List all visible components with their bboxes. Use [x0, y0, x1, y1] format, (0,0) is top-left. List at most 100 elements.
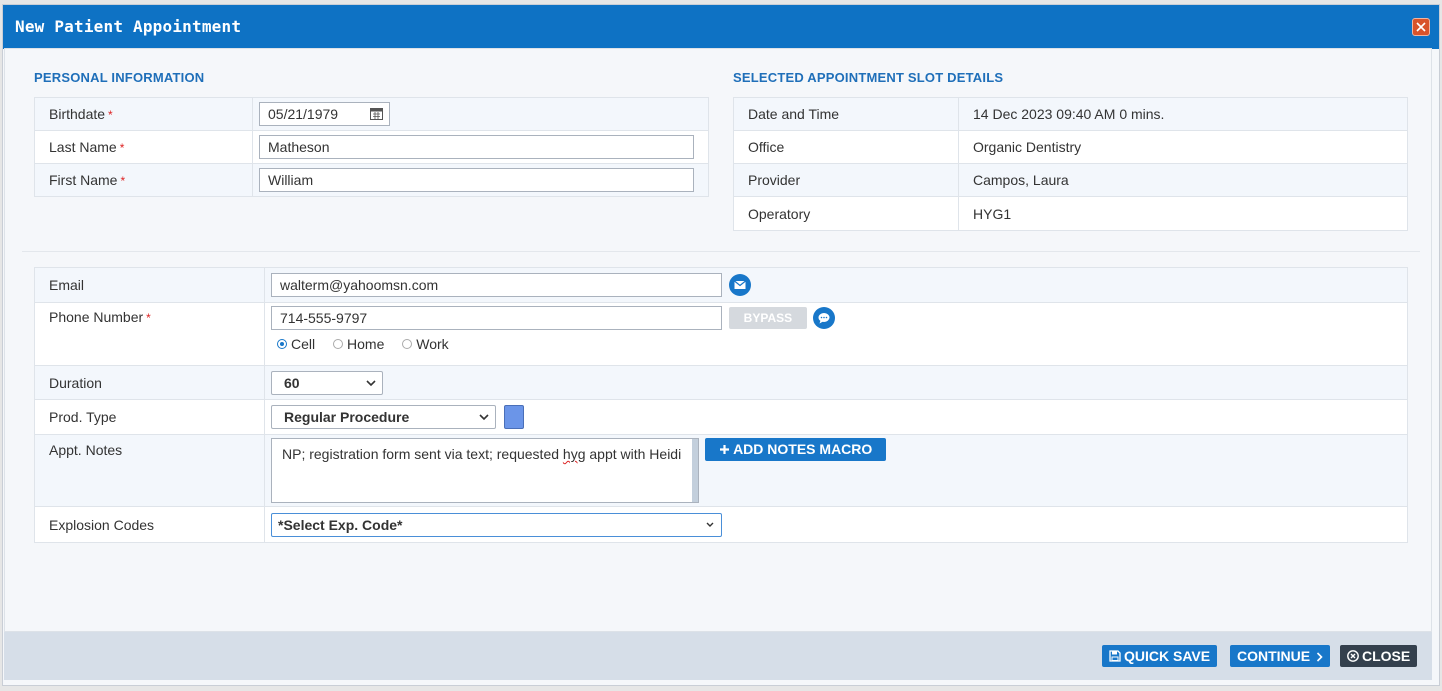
close-label: CLOSE [1362, 648, 1411, 664]
send-email-button[interactable] [728, 274, 751, 296]
chevron-right-icon [1316, 652, 1323, 662]
close-button[interactable]: CLOSE [1340, 645, 1418, 667]
personal-info-table: Birthdate * 05/21/1979 Last Name * Matheso… [34, 97, 709, 197]
add-notes-macro-label: ADD NOTES MACRO [733, 441, 873, 457]
birthdate-value-cell: 05/21/1979 [252, 97, 709, 131]
chevron-down-icon [479, 414, 489, 421]
explosion-codes-value: *Select Exp. Code* [278, 516, 403, 533]
slot-label: Office [733, 130, 959, 164]
duration-select[interactable]: 60 [271, 370, 383, 395]
last-name-row: Last Name * Matheson [34, 130, 709, 164]
email-value-cell: walterm@yahoomsn.com [264, 267, 1408, 303]
required-mark: * [146, 311, 151, 325]
birthdate-row: Birthdate * 05/21/1979 [34, 97, 709, 131]
slot-row: Provider Campos, Laura [733, 163, 1408, 197]
email-label: Email [34, 267, 265, 303]
phone-type-group: Cell Home Work [271, 335, 1393, 352]
close-icon [1416, 22, 1426, 32]
slot-value: Organic Dentistry [958, 130, 1408, 164]
slot-row: Date and Time 14 Dec 2023 09:40 AM 0 min… [733, 97, 1408, 131]
quick-save-label: QUICK SAVE [1124, 648, 1211, 664]
slot-label: Operatory [733, 196, 959, 231]
last-name-input[interactable]: Matheson [259, 135, 694, 159]
appt-notes-text: NP; registration form sent via text; req… [282, 446, 563, 462]
quick-save-button[interactable]: QUICK SAVE [1102, 645, 1218, 667]
duration-value-cell: 60 [264, 365, 1408, 400]
chevron-down-icon [706, 522, 714, 527]
required-mark: * [120, 174, 126, 188]
phone-value-cell: 714-555-9797 BYPASS Cell Home Work [264, 302, 1408, 366]
dialog-title: New Patient Appointment [15, 17, 242, 36]
first-name-input[interactable]: William [259, 168, 694, 192]
first-name-row: First Name * William [34, 163, 709, 197]
appointment-details-table: Email walterm@yahoomsn.com Phone Number *… [34, 267, 1408, 543]
calendar-icon[interactable] [370, 107, 383, 120]
prod-type-select[interactable]: Regular Procedure [271, 405, 496, 429]
appt-notes-textarea[interactable]: NP; registration form sent via text; req… [271, 438, 699, 503]
phone-type-home-radio[interactable] [333, 339, 344, 350]
first-name-label: First Name [49, 172, 118, 188]
add-notes-macro-button[interactable]: ADD NOTES MACRO [705, 438, 886, 461]
dialog-titlebar: New Patient Appointment [3, 5, 1439, 49]
continue-label: CONTINUE [1237, 648, 1311, 664]
duration-label: Duration [34, 365, 265, 400]
floppy-disk-icon [1109, 650, 1121, 662]
required-mark: * [119, 141, 125, 155]
slot-row: Office Organic Dentistry [733, 130, 1408, 164]
required-mark: * [108, 108, 113, 122]
phone-input[interactable]: 714-555-9797 [271, 306, 722, 330]
birthdate-input[interactable]: 05/21/1979 [259, 102, 390, 126]
email-input[interactable]: walterm@yahoomsn.com [271, 273, 722, 297]
slot-label: Date and Time [733, 97, 959, 131]
dialog-close-button[interactable] [1412, 18, 1430, 36]
prod-type-color-swatch[interactable] [503, 405, 524, 429]
plus-icon [719, 445, 729, 454]
close-circle-icon [1347, 650, 1359, 662]
appt-notes-label: Appt. Notes [34, 434, 265, 507]
phone-row: Phone Number* 714-555-9797 BYPASS Cell [34, 302, 1408, 366]
duration-row: Duration 60 [34, 365, 1408, 400]
prod-type-value-cell: Regular Procedure [264, 399, 1408, 435]
prod-type-value: Regular Procedure [284, 409, 410, 425]
explosion-codes-row: Explosion Codes *Select Exp. Code* [34, 506, 1408, 543]
last-name-label-cell: Last Name * [34, 130, 253, 164]
phone-type-cell-radio[interactable] [277, 339, 287, 350]
slot-value: 14 Dec 2023 09:40 AM 0 mins. [958, 97, 1408, 131]
chat-bubble-icon [818, 313, 830, 324]
last-name-label: Last Name [49, 139, 117, 155]
birthdate-label-cell: Birthdate * [34, 97, 253, 131]
slot-details-title: SELECTED APPOINTMENT SLOT DETAILS [733, 70, 1004, 85]
slot-value: Campos, Laura [958, 163, 1408, 197]
phone-type-work-label[interactable]: Work [416, 336, 448, 352]
slot-details-table: Date and Time 14 Dec 2023 09:40 AM 0 min… [733, 97, 1408, 231]
section-divider [22, 251, 1420, 252]
slot-label: Provider [733, 163, 959, 197]
textarea-scrollbar[interactable] [692, 439, 698, 502]
explosion-codes-label: Explosion Codes [34, 506, 265, 543]
last-name-value-cell: Matheson [252, 130, 709, 164]
appt-notes-misspelled-word: hyg [562, 446, 586, 462]
birthdate-label: Birthdate [49, 106, 106, 122]
chevron-down-icon [366, 379, 376, 386]
phone-input-line: 714-555-9797 BYPASS [271, 306, 1393, 330]
send-text-button[interactable] [812, 307, 835, 329]
prod-type-label: Prod. Type [34, 399, 265, 435]
personal-info-title: PERSONAL INFORMATION [34, 70, 205, 85]
explosion-codes-select[interactable]: *Select Exp. Code* [271, 512, 722, 537]
first-name-label-cell: First Name * [34, 163, 253, 197]
email-row: Email walterm@yahoomsn.com [34, 267, 1408, 303]
slot-value: HYG1 [958, 196, 1408, 231]
appt-notes-text-end: appt with Heidi [585, 446, 682, 462]
bypass-button[interactable]: BYPASS [728, 307, 807, 329]
phone-label-cell: Phone Number * [34, 302, 265, 366]
phone-type-work-radio[interactable] [402, 339, 413, 350]
phone-label: Phone Number [49, 309, 144, 325]
envelope-icon [734, 280, 746, 289]
continue-button[interactable]: CONTINUE [1230, 645, 1331, 667]
prod-type-row: Prod. Type Regular Procedure [34, 399, 1408, 435]
first-name-value-cell: William [252, 163, 709, 197]
dialog-footer: QUICK SAVE CONTINUE CLOSE [4, 632, 1432, 680]
duration-value: 60 [284, 374, 300, 391]
phone-type-home-label[interactable]: Home [347, 336, 384, 352]
phone-type-cell-label[interactable]: Cell [291, 336, 315, 352]
